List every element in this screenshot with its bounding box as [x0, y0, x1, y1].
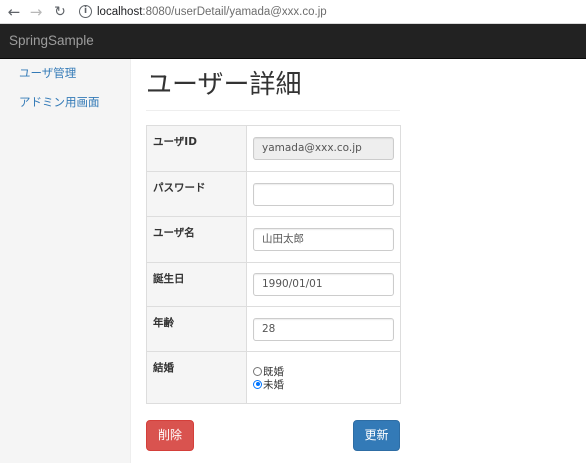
birthday-field[interactable]: 1990/01/01 [253, 273, 394, 296]
sidebar: ユーザ管理 アドミン用画面 [0, 59, 131, 463]
url-host: localhost [97, 6, 143, 18]
delete-button[interactable]: 削除 [146, 420, 194, 451]
reload-icon[interactable]: ↻ [51, 3, 69, 21]
password-field[interactable] [253, 182, 394, 206]
title-divider [146, 110, 400, 111]
sidebar-item-user-management[interactable]: ユーザ管理 [19, 66, 76, 80]
page-title: ユーザー詳細 [146, 70, 302, 100]
radio-married[interactable] [253, 366, 262, 376]
user-name-field[interactable]: 山田太郎 [253, 228, 394, 251]
back-arrow-icon[interactable]: ← [5, 3, 23, 21]
age-cell: 28 [246, 306, 401, 352]
password-cell [246, 171, 401, 217]
user-detail-form: ユーザID yamada@xxx.co.jp パスワード ユーザ名 山田太郎 誕… [146, 125, 401, 404]
update-button[interactable]: 更新 [353, 420, 400, 451]
table-row: ユーザID yamada@xxx.co.jp [146, 125, 401, 172]
age-field[interactable]: 28 [253, 317, 394, 341]
radio-single-label: 未婚 [263, 378, 284, 391]
age-label: 年齢 [146, 306, 247, 352]
user-id-field[interactable]: yamada@xxx.co.jp [253, 137, 394, 160]
user-id-cell: yamada@xxx.co.jp [246, 125, 401, 172]
radio-single[interactable] [253, 379, 262, 389]
forward-arrow-icon[interactable]: → [27, 3, 45, 21]
birthday-cell: 1990/01/01 [246, 262, 401, 307]
table-row: 誕生日 1990/01/01 [146, 262, 401, 307]
user-name-label: ユーザ名 [146, 216, 247, 263]
url-path: :8080/userDetail/yamada@xxx.co.jp [142, 6, 327, 18]
navbar-brand[interactable]: SpringSample [9, 33, 94, 49]
url-field[interactable]: localhost:8080/userDetail/yamada@xxx.co.… [97, 4, 327, 20]
marriage-label: 結婚 [146, 351, 247, 404]
password-label: パスワード [146, 171, 247, 217]
table-row: 年齢 28 [146, 306, 401, 352]
info-icon[interactable]: i [79, 5, 92, 18]
marriage-cell: 既婚 未婚 [246, 351, 401, 404]
radio-option-single[interactable]: 未婚 [253, 378, 394, 391]
user-id-label: ユーザID [146, 125, 247, 172]
table-row: 結婚 既婚 未婚 [146, 351, 401, 404]
top-navbar: SpringSample [0, 24, 586, 59]
browser-address-bar: ← → ↻ i localhost:8080/userDetail/yamada… [0, 0, 586, 24]
table-row: ユーザ名 山田太郎 [146, 216, 401, 263]
table-row: パスワード [146, 171, 401, 217]
user-name-cell: 山田太郎 [246, 216, 401, 263]
sidebar-item-admin-page[interactable]: アドミン用画面 [19, 95, 100, 109]
birthday-label: 誕生日 [146, 262, 247, 307]
